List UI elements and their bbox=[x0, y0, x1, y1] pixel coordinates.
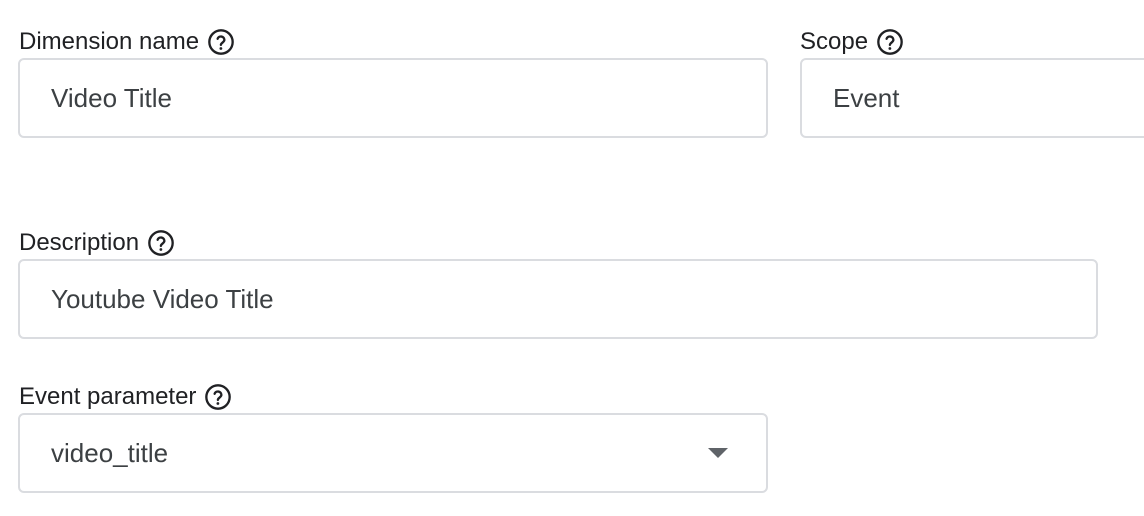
event-parameter-value: video_title bbox=[51, 437, 169, 468]
dimension-name-label-row: Dimension name bbox=[19, 26, 235, 58]
event-parameter-dropdown[interactable]: video_title bbox=[18, 413, 768, 493]
help-circle-icon[interactable] bbox=[147, 229, 175, 257]
scope-label-row: Scope bbox=[800, 26, 904, 58]
dimension-name-input[interactable]: Video Title bbox=[18, 58, 768, 138]
description-label-row: Description bbox=[19, 227, 175, 259]
dimension-name-value: Video Title bbox=[51, 82, 172, 113]
event-parameter-label: Event parameter bbox=[19, 383, 197, 410]
help-circle-icon[interactable] bbox=[207, 28, 235, 56]
description-input[interactable]: Youtube Video Title bbox=[18, 259, 1098, 339]
dimension-name-label: Dimension name bbox=[19, 28, 200, 55]
help-circle-icon[interactable] bbox=[204, 383, 232, 411]
description-label: Description bbox=[19, 229, 140, 256]
scope-select[interactable]: Event bbox=[800, 58, 1144, 138]
scope-label: Scope bbox=[800, 28, 869, 55]
help-circle-icon[interactable] bbox=[876, 28, 904, 56]
event-parameter-label-row: Event parameter bbox=[19, 381, 232, 413]
chevron-down-icon[interactable] bbox=[708, 448, 728, 458]
scope-value: Event bbox=[833, 82, 900, 113]
description-value: Youtube Video Title bbox=[51, 283, 274, 314]
